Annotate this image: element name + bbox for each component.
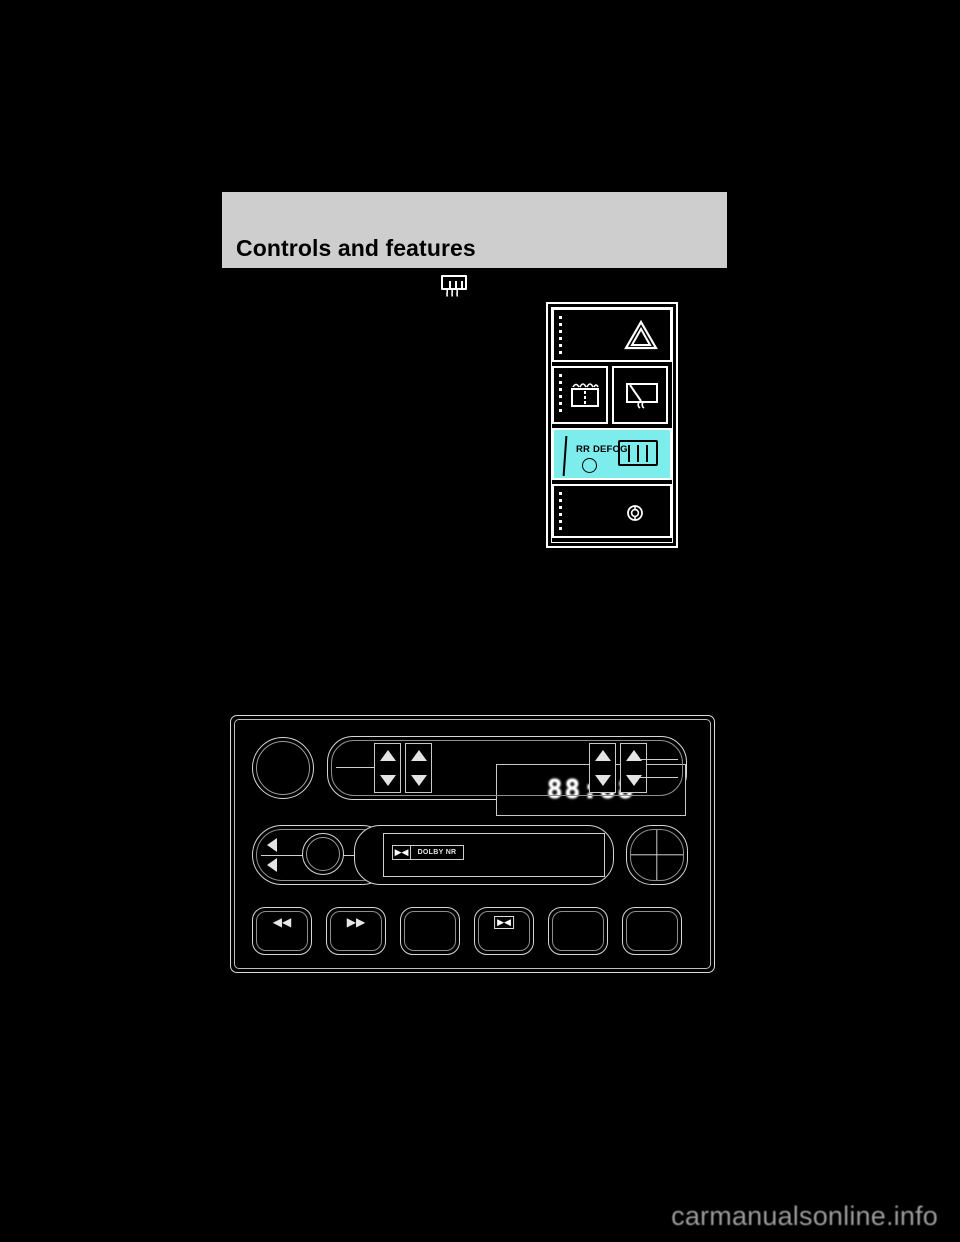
quad-selector[interactable] (626, 825, 688, 885)
switch-bezel-line (562, 435, 567, 477)
hazard-warning-triangle-icon (624, 320, 658, 350)
dolby-button[interactable]: ▶◀ (474, 907, 534, 955)
triangle-up-icon (625, 750, 642, 761)
preset-button-6[interactable] (622, 907, 682, 955)
rear-defogger-switch-panel: RR DEFOG (546, 302, 678, 548)
defogger-bar-1 (628, 445, 630, 462)
volume-knob[interactable] (252, 737, 314, 799)
triangle-down-icon (379, 775, 396, 786)
site-watermark: carmanualsonline.info (671, 1201, 938, 1231)
switch-row-power-point (552, 484, 672, 538)
windshield-wiper-icon (626, 383, 658, 409)
dolby-mark-icon: ▶◀ (393, 846, 411, 859)
tone-knob[interactable] (302, 833, 344, 875)
switch-row-rear-defog[interactable]: RR DEFOG (552, 428, 672, 480)
fast-forward-button[interactable]: ▶▶ (326, 907, 386, 955)
rear-defogger-icon (618, 440, 658, 466)
fast-forward-icon: ▶▶ (346, 915, 366, 929)
led-indicator (582, 458, 597, 473)
panel-dashed-edge (559, 492, 562, 530)
power-point-icon (627, 505, 643, 521)
dolby-mark-icon: ▶◀ (494, 916, 514, 929)
triangle-down-icon (594, 775, 611, 786)
panel-dashed-edge (559, 374, 562, 416)
manual-page: Controls and features RR DEFOG 88:88 ▶◀ … (0, 0, 960, 1242)
audio-system-illustration: 88:88 ▶◀ DOLBY NR ◀◀ ▶▶ ▶◀ (230, 715, 715, 973)
triangle-down-icon (410, 775, 427, 786)
defogger-bar-3 (646, 445, 648, 462)
dolby-badge: ▶◀ DOLBY NR (392, 845, 464, 860)
triangle-down-icon (625, 775, 642, 786)
cassette-deck: ▶◀ DOLBY NR (354, 825, 614, 885)
section-header-bar: Controls and features (222, 192, 727, 268)
triangle-up-icon (594, 750, 611, 761)
switch-row-hazard (552, 308, 672, 362)
panel-dashed-edge (559, 316, 562, 354)
switch-row-rear-wiper (552, 366, 608, 424)
arrow-left-icon (267, 858, 277, 872)
defogger-icon-body (441, 275, 467, 290)
triangle-up-icon (379, 750, 396, 761)
quad-divider-horizontal (631, 854, 683, 856)
defogger-heat-waves-icon (446, 289, 459, 297)
triangle-up-icon (410, 750, 427, 761)
seek-down-left[interactable] (374, 743, 401, 793)
preset-button-3[interactable] (400, 907, 460, 955)
radio-display-value: 88:88 (546, 775, 636, 805)
rear-defogger-icon (441, 275, 469, 297)
quad-divider-vertical (656, 830, 658, 880)
cassette-slot[interactable]: ▶◀ DOLBY NR (383, 833, 605, 877)
rear-wiper-washer-icon (571, 383, 599, 407)
preset-button-5[interactable] (548, 907, 608, 955)
tuner-control-strip: 88:88 (327, 736, 687, 816)
defogger-bar-1 (449, 281, 451, 289)
arrow-left-icon (267, 838, 277, 852)
rewind-button[interactable]: ◀◀ (252, 907, 312, 955)
defogger-bar-2 (637, 445, 639, 462)
right-cap-line-1 (640, 759, 678, 761)
right-cap-line-2 (640, 777, 678, 779)
tune-down-left[interactable] (405, 743, 432, 793)
switch-row-front-wiper (612, 366, 668, 424)
defogger-bar-2 (455, 281, 457, 289)
page-title: Controls and features (236, 235, 476, 261)
tune-up-right[interactable] (620, 743, 647, 793)
left-cap-line (336, 767, 378, 769)
dolby-badge-text: DOLBY NR (417, 849, 457, 856)
rewind-icon: ◀◀ (272, 915, 292, 929)
seek-up-right[interactable] (589, 743, 616, 793)
radio-display: 88:88 (496, 764, 686, 816)
defogger-bar-3 (461, 281, 463, 289)
